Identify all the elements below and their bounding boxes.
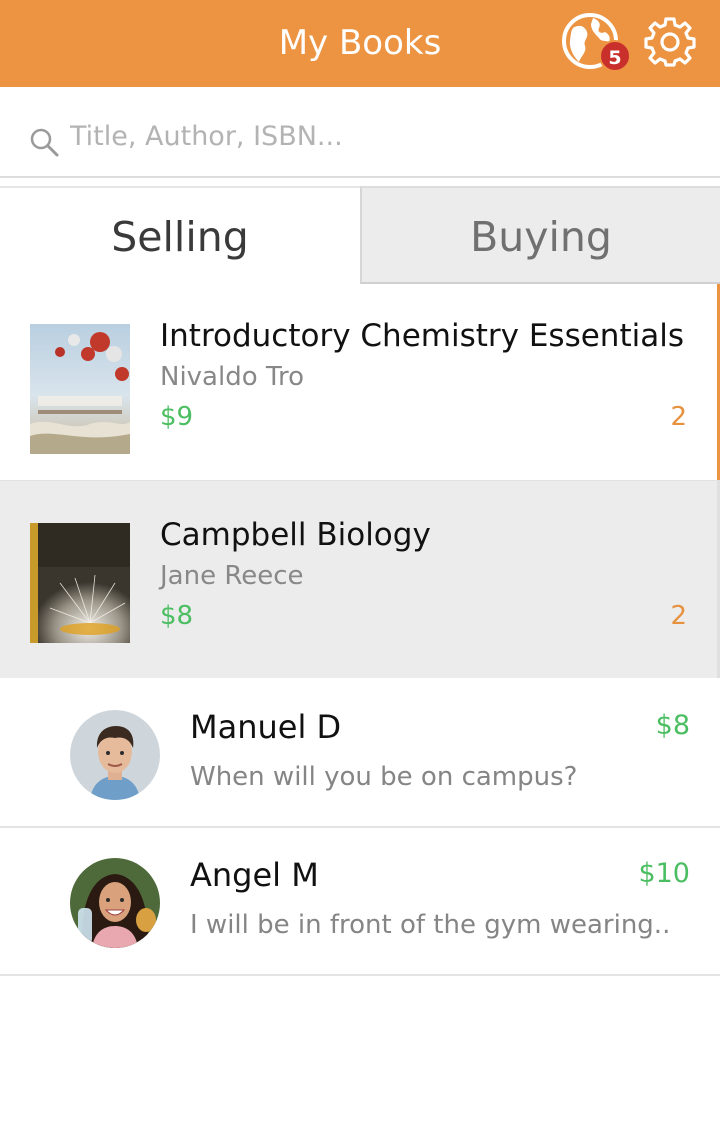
tab-bar: Selling Buying — [0, 186, 720, 284]
tab-selling[interactable]: Selling — [0, 186, 360, 284]
book-author: Jane Reece — [160, 561, 304, 591]
book-offer-count: 2 — [670, 402, 687, 432]
avatar — [70, 710, 160, 800]
message-preview: I will be in front of the gym wearing.. — [190, 910, 671, 940]
offer-price: $8 — [655, 710, 690, 741]
search-bar — [0, 88, 720, 178]
search-icon — [30, 128, 59, 157]
sender-name: Angel M — [190, 856, 319, 894]
settings-button[interactable] — [644, 15, 696, 67]
sender-name: Manuel D — [190, 708, 342, 746]
message-item[interactable]: Manuel D When will you be on campus? $8 — [0, 680, 720, 828]
book-cover-image — [30, 523, 130, 643]
search-input[interactable] — [70, 110, 690, 162]
message-item[interactable]: Angel M I will be in front of the gym we… — [0, 828, 720, 976]
book-price: $9 — [160, 402, 194, 432]
gear-icon — [644, 17, 696, 67]
book-title: Campbell Biology — [160, 517, 431, 553]
book-author: Nivaldo Tro — [160, 362, 304, 392]
book-cover-image — [30, 324, 130, 454]
message-preview: When will you be on campus? — [190, 762, 578, 792]
book-item[interactable]: Campbell Biology Jane Reece $8 2 — [0, 480, 720, 678]
notifications-button[interactable]: 5 — [561, 12, 633, 74]
avatar — [70, 858, 160, 948]
notification-badge: 5 — [599, 40, 631, 72]
book-price: $8 — [160, 601, 194, 631]
tab-buying[interactable]: Buying — [360, 186, 720, 284]
book-offer-count: 2 — [670, 601, 687, 631]
book-item[interactable]: Introductory Chemistry Essentials Nivald… — [0, 284, 720, 482]
book-title: Introductory Chemistry Essentials — [160, 318, 684, 354]
offer-price: $10 — [638, 858, 690, 889]
app-header: My Books 5 — [0, 0, 720, 87]
